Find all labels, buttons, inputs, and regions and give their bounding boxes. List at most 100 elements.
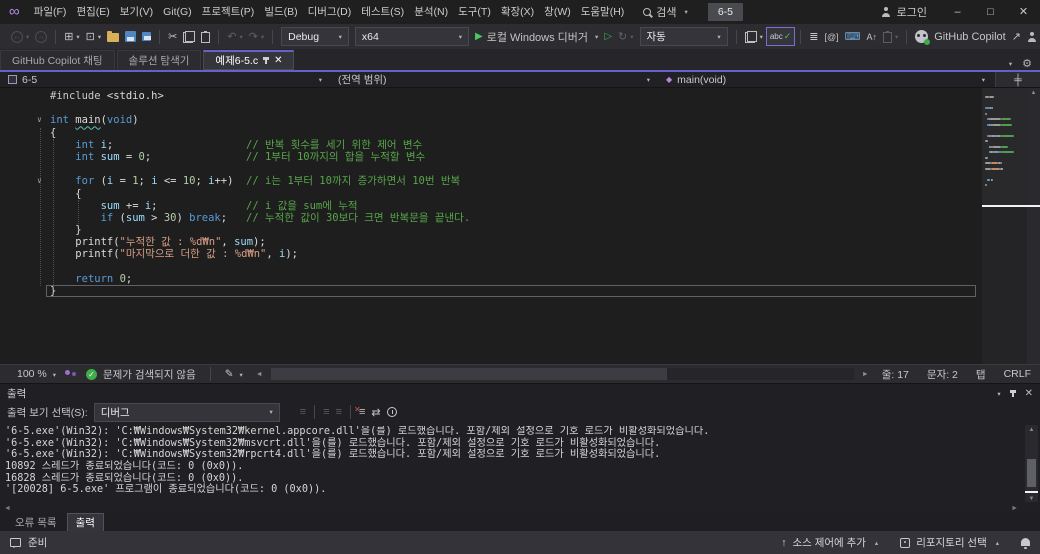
menu-item[interactable]: 파일(F): [29, 0, 72, 24]
menu-item[interactable]: 테스트(S): [356, 0, 409, 24]
zoom-dropdown[interactable]: 100 % ▾: [8, 368, 65, 380]
code-line[interactable]: {: [0, 188, 980, 200]
fold-arrow-icon[interactable]: ∨: [37, 175, 42, 187]
code-line[interactable]: return 0;: [0, 273, 980, 285]
platform-dropdown[interactable]: x64▾: [355, 27, 469, 46]
tab-output[interactable]: 출력: [67, 513, 104, 532]
word-wrap-button[interactable]: ⇄: [368, 402, 383, 423]
github-copilot-button[interactable]: GitHub Copilot: [912, 26, 1009, 47]
goto-message-icon[interactable]: ≡: [297, 402, 309, 423]
new-project-button[interactable]: ⊞▾: [61, 26, 82, 47]
menu-item[interactable]: 보기(V): [115, 0, 158, 24]
paste-button[interactable]: [198, 26, 213, 47]
code-line[interactable]: sum += i; // i 값을 sum에 누적: [0, 200, 980, 212]
keyboard-button[interactable]: ⌨: [842, 26, 864, 47]
line-annotations-button[interactable]: ≣: [806, 26, 821, 47]
configuration-dropdown[interactable]: Debug▾: [281, 27, 349, 46]
menu-item[interactable]: Git(G): [158, 0, 197, 24]
code-cleanup-button[interactable]: ✎ ▾: [216, 368, 252, 380]
pin-tab-icon[interactable]: [265, 57, 267, 64]
window-position-caret-icon[interactable]: ▾: [997, 390, 1000, 398]
member-dropdown[interactable]: ◆ main(void) ▾: [658, 72, 993, 87]
tab-error-list[interactable]: 오류 목록: [7, 514, 65, 531]
scroll-up-icon[interactable]: ▲: [1027, 88, 1040, 98]
code-line[interactable]: {: [0, 127, 980, 139]
cut-button[interactable]: ✂: [165, 26, 180, 47]
navigate-back-icon[interactable]: ←: [11, 31, 23, 43]
menu-item[interactable]: 프로젝트(P): [197, 0, 260, 24]
tab-options-gear-icon[interactable]: ⚙: [1022, 57, 1032, 70]
code-line[interactable]: #include <stdio.h>: [0, 90, 980, 102]
start-without-debug-icon[interactable]: ▷: [601, 26, 615, 47]
output-scroll-thumb[interactable]: [1027, 459, 1036, 487]
code-line[interactable]: }: [0, 224, 980, 236]
maximize-button[interactable]: □: [974, 0, 1007, 24]
output-hscroll-right-icon[interactable]: ►: [1011, 505, 1018, 512]
attributes-button[interactable]: [@]: [821, 26, 841, 47]
tab-source-file[interactable]: 예제6-5.c ✕: [203, 50, 294, 70]
menu-item[interactable]: 도움말(H): [576, 0, 630, 24]
close-button[interactable]: ✕: [1007, 0, 1040, 24]
code-editor[interactable]: #include <stdio.h>∨int main(void){ int i…: [0, 88, 1040, 364]
column-indicator[interactable]: 문자: 2: [918, 367, 967, 382]
editor-vertical-scrollbar[interactable]: ▲: [1027, 88, 1040, 364]
properties-button[interactable]: ▾: [742, 26, 766, 47]
code-line[interactable]: [0, 261, 980, 273]
select-repository-button[interactable]: 리포지토리 선택 ▴: [900, 535, 999, 550]
watch-dropdown[interactable]: 자동▾: [640, 27, 728, 46]
hscroll-thumb[interactable]: [271, 368, 668, 380]
navigate-forward-icon[interactable]: →: [35, 31, 47, 43]
close-panel-icon[interactable]: ✕: [1025, 388, 1033, 399]
prev-message-icon[interactable]: ≡: [320, 402, 332, 423]
menu-item[interactable]: 확장(X): [496, 0, 539, 24]
save-button[interactable]: [122, 26, 139, 47]
menu-item[interactable]: 빌드(B): [259, 0, 302, 24]
code-line[interactable]: printf("마지막으로 더한 값 : %d₩n", i);: [0, 248, 980, 260]
menu-item[interactable]: 도구(T): [453, 0, 496, 24]
output-vertical-scrollbar[interactable]: ▲ ▼: [1025, 425, 1038, 502]
project-dropdown[interactable]: 6-5 ▾: [0, 72, 330, 87]
copy-button[interactable]: [180, 26, 198, 47]
font-size-button[interactable]: A↑: [863, 26, 880, 47]
output-scroll-down-icon[interactable]: ▼: [1025, 496, 1038, 502]
extra-paste-button[interactable]: ▾: [880, 26, 901, 47]
hscroll-right-icon[interactable]: ►: [858, 371, 873, 378]
close-tab-icon[interactable]: ✕: [274, 55, 282, 66]
minimap[interactable]: [982, 88, 1027, 364]
live-share-icon[interactable]: [65, 369, 77, 379]
hscroll-left-icon[interactable]: ◄: [252, 371, 267, 378]
next-message-icon[interactable]: ≡: [333, 402, 345, 423]
feedback-button[interactable]: [1024, 26, 1040, 47]
health-indicator[interactable]: ✓ 문제가 검색되지 않음: [77, 367, 205, 382]
pin-panel-icon[interactable]: [1012, 390, 1014, 397]
notifications-bell-icon[interactable]: [1021, 538, 1030, 546]
code-line[interactable]: int i; // 반복 횟수를 세기 위한 제어 변수: [0, 139, 980, 151]
share-button[interactable]: ↗: [1009, 26, 1024, 47]
code-line[interactable]: ∨ for (i = 1; i <= 10; i++) // i는 1부터 10…: [0, 175, 980, 187]
code-line[interactable]: printf("누적한 값 : %d₩n", sum);: [0, 236, 980, 248]
search-control[interactable]: 검색 ▾: [643, 4, 688, 20]
code-line[interactable]: int sum = 0; // 1부터 10까지의 합을 누적할 변수: [0, 151, 980, 163]
indent-mode-indicator[interactable]: 탭: [967, 367, 995, 382]
code-line[interactable]: [0, 102, 980, 114]
menu-item[interactable]: 창(W): [539, 0, 576, 24]
restart-button[interactable]: ↻▾: [615, 26, 636, 47]
open-folder-button[interactable]: [104, 26, 122, 47]
tab-solution-explorer[interactable]: 솔루션 탐색기: [117, 50, 202, 70]
output-hscroll-left-icon[interactable]: ◄: [4, 505, 11, 512]
feedback-bubble-icon[interactable]: [10, 538, 21, 547]
project-badge[interactable]: 6-5: [708, 3, 743, 21]
code-line[interactable]: [0, 163, 980, 175]
add-item-button[interactable]: ⊡▾: [83, 26, 104, 47]
timestamp-button[interactable]: [384, 402, 400, 423]
split-editor-button[interactable]: ╪: [995, 72, 1040, 87]
code-line[interactable]: ∨int main(void): [0, 114, 980, 126]
tab-list-caret-icon[interactable]: ▾: [1009, 60, 1012, 68]
code-line[interactable]: }: [0, 285, 980, 297]
tab-copilot-chat[interactable]: GitHub Copilot 채팅: [0, 50, 115, 70]
output-scroll-up-icon[interactable]: ▲: [1025, 425, 1038, 435]
add-source-control-button[interactable]: ↑ 소스 제어에 추가 ▴: [781, 535, 878, 550]
code-line[interactable]: if (sum > 30) break; // 누적한 값이 30보다 크면 반…: [0, 212, 980, 224]
scope-dropdown[interactable]: (전역 범위) ▾: [330, 72, 658, 87]
fold-arrow-icon[interactable]: ∨: [37, 114, 42, 126]
